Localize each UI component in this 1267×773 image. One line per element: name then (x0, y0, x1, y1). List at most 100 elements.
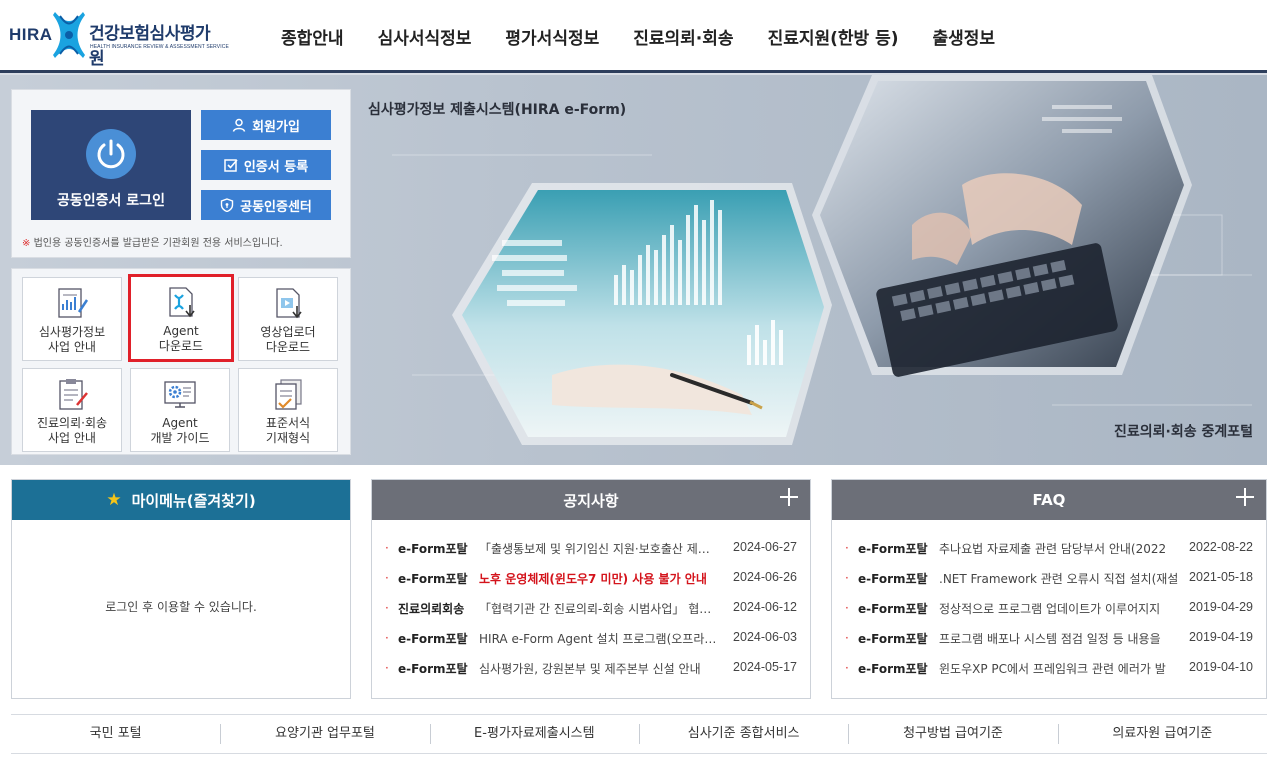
link-review-standards[interactable]: 심사기준 종합서비스 (638, 714, 848, 754)
nav-item-referral[interactable]: 진료의뢰·회송 (616, 0, 750, 70)
bullet-icon: · (845, 571, 849, 585)
shield-icon (220, 198, 234, 212)
my-menu-empty-message: 로그인 후 이용할 수 있습니다. (105, 600, 257, 614)
quick-agent-guide[interactable]: Agent 개발 가이드 (130, 368, 230, 452)
note-mark: ※ (22, 238, 31, 249)
notice-item-title[interactable]: HIRA e-Form Agent 설치 프로그램(오프라인) (479, 630, 719, 647)
faq-date: 2019-04-19 (1189, 630, 1253, 644)
faq-item-title[interactable]: 정상적으로 프로그램 업데이트가 이루어지지 (939, 600, 1179, 617)
nav-item-medical-support[interactable]: 진료지원(한방 등) (751, 0, 916, 70)
nav-item-assessment-forms[interactable]: 평가서식정보 (488, 0, 616, 70)
quick-agent-download[interactable]: Agent 다운로드 (128, 274, 234, 362)
bullet-icon: · (845, 631, 849, 645)
quick-standard-forms[interactable]: 표준서식 기재형식 (238, 368, 338, 452)
nav-item-general-info[interactable]: 종합안내 (264, 0, 361, 70)
link-medical-resources[interactable]: 의료자원 급여기준 (1057, 714, 1267, 754)
quick-label-line1: Agent (163, 324, 199, 338)
faq-category: e-Form포탈 (858, 572, 928, 586)
faq-board: FAQ · e-Form포탈 추나요법 자료제출 관련 담당부서 안내(2022… (831, 479, 1267, 699)
power-icon (86, 129, 136, 179)
quick-video-uploader[interactable]: 영상업로더 다운로드 (238, 277, 338, 361)
bullet-icon: · (385, 601, 389, 615)
faq-category: e-Form포탈 (858, 662, 928, 676)
faq-item-title[interactable]: 윈도우XP PC에서 프레임워크 관련 에러가 발 (939, 660, 1179, 677)
signup-button[interactable]: 회원가입 (201, 110, 331, 140)
main-nav: 종합안내 심사서식정보 평가서식정보 진료의뢰·회송 진료지원(한방 등) 출생… (264, 0, 1012, 70)
quick-label-line2: 개발 가이드 (150, 431, 210, 445)
link-provider-portal[interactable]: 요양기관 업무포털 (220, 714, 429, 754)
signup-label: 회원가입 (252, 119, 300, 135)
quick-review-info[interactable]: 심사평가정보 사업 안내 (22, 277, 122, 361)
bullet-icon: · (385, 571, 389, 585)
notice-item[interactable]: · e-Form포탈 심사평가원, 강원본부 및 제주본부 신설 안내 2024… (372, 653, 810, 683)
login-panel: 공동인증서 로그인 회원가입 인증서 등록 공동인증센터 ※ 법인용 공동인증서… (11, 89, 351, 258)
my-menu-header: ★ 마이메뉴(즐겨찾기) (12, 480, 350, 520)
faq-date: 2019-04-10 (1189, 660, 1253, 674)
related-site-links: 국민 포털 요양기관 업무포털 E-평가자료제출시스템 심사기준 종합서비스 청… (11, 714, 1267, 754)
clipboard-icon (59, 379, 88, 410)
notice-item[interactable]: · 진료의뢰회송 「협력기관 간 진료의뢰-회송 시범사업」 협약 안내 202… (372, 593, 810, 623)
faq-item-title[interactable]: 프로그램 배포나 시스템 점검 일정 등 내용을 (939, 630, 1179, 647)
faq-date: 2019-04-29 (1189, 600, 1253, 614)
faq-more-plus-icon[interactable] (1236, 488, 1254, 506)
link-claim-method[interactable]: 청구방법 급여기준 (848, 714, 1057, 754)
faq-category: e-Form포탈 (858, 632, 928, 646)
faq-item-title[interactable]: 추나요법 자료제출 관련 담당부서 안내(2022 (939, 540, 1179, 557)
register-certificate-button[interactable]: 인증서 등록 (201, 150, 331, 180)
link-public-portal[interactable]: 국민 포털 (11, 714, 220, 754)
faq-list: · e-Form포탈 추나요법 자료제출 관련 담당부서 안내(2022 202… (832, 520, 1266, 683)
notice-date: 2024-06-03 (733, 630, 797, 644)
faq-item[interactable]: · e-Form포탈 윈도우XP PC에서 프레임워크 관련 에러가 발 201… (832, 653, 1266, 683)
notice-item[interactable]: · e-Form포탈 HIRA e-Form Agent 설치 프로그램(오프라… (372, 623, 810, 653)
faq-header: FAQ (832, 480, 1266, 520)
notice-item[interactable]: · e-Form포탈 「출생통보제 및 위기임신 지원·보호출산 제도」 시행 … (372, 533, 810, 563)
quick-menu-panel: 심사평가정보 사업 안내 Agent 다운로드 영상업로더 다운로드 진료의뢰·… (11, 268, 351, 455)
certificate-center-button[interactable]: 공동인증센터 (201, 190, 331, 220)
notice-item-title[interactable]: 심사평가원, 강원본부 및 제주본부 신설 안내 (479, 660, 719, 677)
quick-label-line1: 진료의뢰·회송 (36, 416, 108, 430)
notice-category: e-Form포탈 (398, 542, 468, 556)
faq-item-title[interactable]: .NET Framework 관련 오류시 직접 설치(재설 (939, 570, 1179, 587)
notice-category: e-Form포탈 (398, 572, 468, 586)
nav-item-review-forms[interactable]: 심사서식정보 (361, 0, 489, 70)
notice-list: · e-Form포탈 「출생통보제 및 위기임신 지원·보호출산 제도」 시행 … (372, 520, 810, 683)
notice-category: 진료의뢰회송 (398, 602, 465, 616)
notice-item-title[interactable]: 「협력기관 간 진료의뢰-회송 시범사업」 협약 안내 (479, 600, 719, 617)
notice-item-title[interactable]: 「출생통보제 및 위기임신 지원·보호출산 제도」 시행 안내 (479, 540, 719, 557)
quick-referral-info[interactable]: 진료의뢰·회송 사업 안내 (22, 368, 122, 452)
bullet-icon: · (385, 661, 389, 675)
faq-date: 2022-08-22 (1189, 540, 1253, 554)
bullet-icon: · (385, 541, 389, 555)
quick-label-line1: 영상업로더 (260, 325, 316, 339)
faq-item[interactable]: · e-Form포탈 추나요법 자료제출 관련 담당부서 안내(2022 202… (832, 533, 1266, 563)
faq-item[interactable]: · e-Form포탈 정상적으로 프로그램 업데이트가 이루어지지 2019-0… (832, 593, 1266, 623)
faq-item[interactable]: · e-Form포탈 .NET Framework 관련 오류시 직접 설치(재… (832, 563, 1266, 593)
faq-category: e-Form포탈 (858, 542, 928, 556)
my-menu-box: ★ 마이메뉴(즐겨찾기) 로그인 후 이용할 수 있습니다. (11, 479, 351, 699)
logo-abbr: HIRA (9, 25, 53, 44)
faq-item[interactable]: · e-Form포탈 프로그램 배포나 시스템 점검 일정 등 내용을 2019… (832, 623, 1266, 653)
notice-item[interactable]: · e-Form포탈 노후 운영체제(윈도우7 미만) 사용 불가 안내 202… (372, 563, 810, 593)
quick-label-line2: 사업 안내 (48, 340, 96, 354)
user-icon (232, 118, 246, 132)
notice-category: e-Form포탈 (398, 632, 468, 646)
notice-board: 공지사항 · e-Form포탈 「출생통보제 및 위기임신 지원·보호출산 제도… (371, 479, 811, 699)
notice-item-title[interactable]: 노후 운영체제(윈도우7 미만) 사용 불가 안내 (479, 570, 719, 587)
login-label: 공동인증서 로그인 (57, 193, 165, 209)
site-header: HIRA 건강보험심사평가원 HEALTH INSURANCE REVIEW &… (0, 0, 1267, 70)
bullet-icon: · (845, 601, 849, 615)
notice-date: 2024-05-17 (733, 660, 797, 674)
login-note: ※ 법인용 공동인증서를 발급받은 기관회원 전용 서비스입니다. (22, 234, 283, 249)
nav-item-birth-info[interactable]: 출생정보 (916, 0, 1013, 70)
star-icon: ★ (106, 490, 122, 510)
notice-more-plus-icon[interactable] (780, 488, 798, 506)
certificate-login-button[interactable]: 공동인증서 로그인 (31, 110, 191, 220)
register-certificate-label: 인증서 등록 (243, 159, 309, 175)
link-assessment-submission[interactable]: E-평가자료제출시스템 (429, 714, 639, 754)
certificate-center-label: 공동인증센터 (240, 199, 312, 215)
quick-label-line1: Agent (162, 416, 198, 430)
check-square-icon (224, 159, 238, 172)
hira-logo[interactable]: HIRA 건강보험심사평가원 HEALTH INSURANCE REVIEW &… (9, 10, 229, 69)
quick-label-line1: 표준서식 (265, 416, 311, 430)
quick-label-line2: 기재형식 (265, 431, 311, 445)
